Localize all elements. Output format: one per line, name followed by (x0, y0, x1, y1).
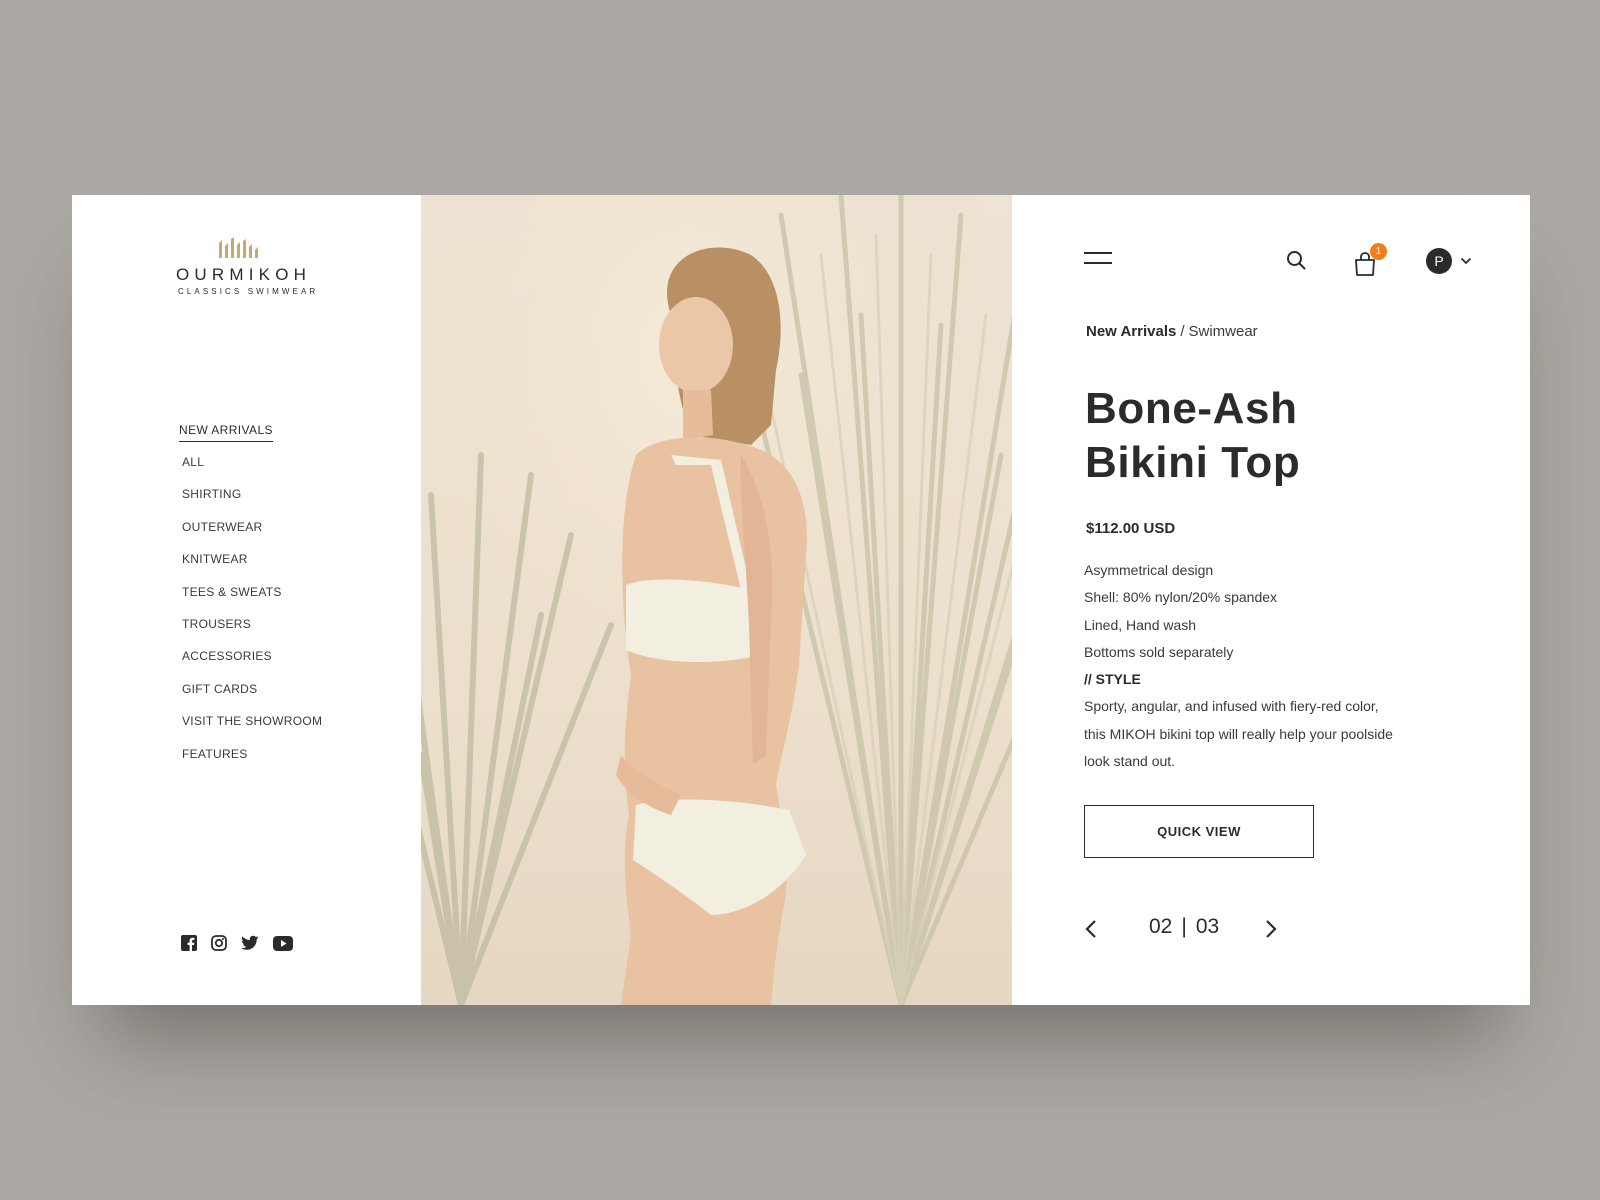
avatar: P (1426, 248, 1452, 274)
quick-view-button[interactable]: QUICK VIEW (1084, 805, 1314, 858)
product-card: OURMIKOH CLASSICS SWIMWEAR NEW ARRIVALS … (72, 195, 1530, 1005)
nav-item-accessories[interactable]: ACCESSORIES (182, 649, 322, 681)
nav-item-gift-cards[interactable]: GIFT CARDS (182, 682, 322, 714)
brand-tagline: CLASSICS SWIMWEAR (178, 287, 319, 296)
instagram-icon[interactable] (211, 935, 227, 951)
product-pager: 02 | 03 (1084, 915, 1284, 945)
nav-item-outerwear[interactable]: OUTERWEAR (182, 520, 322, 552)
product-description: Asymmetrical design Shell: 80% nylon/20%… (1084, 557, 1394, 775)
breadcrumb-current: Swimwear (1188, 323, 1258, 340)
model-photo (421, 195, 1012, 1005)
nav-item-trousers[interactable]: TROUSERS (182, 617, 322, 649)
style-text: Sporty, angular, and infused with fiery-… (1084, 698, 1393, 770)
twitter-icon[interactable] (241, 935, 259, 951)
search-icon[interactable] (1286, 250, 1306, 275)
detail-line: Shell: 80% nylon/20% spandex (1084, 589, 1278, 606)
pager-separator: | (1181, 915, 1187, 938)
breadcrumb-separator: / (1180, 323, 1185, 340)
detail-line: Bottoms sold separately (1084, 643, 1234, 660)
nav-item-knitwear[interactable]: KNITWEAR (182, 552, 322, 584)
pager-total: 03 (1195, 915, 1220, 938)
nav-item-features[interactable]: FEATURES (182, 747, 322, 779)
nav-heading-new-arrivals[interactable]: NEW ARRIVALS (179, 423, 273, 442)
product-price: $112.00 USD (1086, 520, 1176, 537)
pager-counter: 02 | 03 (1149, 915, 1219, 939)
cart-count-badge: 1 (1370, 243, 1387, 260)
detail-line: Asymmetrical design (1084, 562, 1214, 578)
chevron-left-icon[interactable] (1084, 919, 1098, 944)
hamburger-menu-icon[interactable] (1084, 250, 1112, 271)
nav-item-shirting[interactable]: SHIRTING (182, 487, 322, 519)
cart-button[interactable]: 1 (1354, 243, 1387, 277)
nav-item-visit-showroom[interactable]: VISIT THE SHOWROOM (182, 714, 322, 746)
breadcrumb: New Arrivals / Swimwear (1086, 323, 1258, 340)
social-links (181, 935, 293, 951)
product-hero-image (421, 195, 1012, 1005)
account-menu[interactable]: P (1426, 248, 1472, 274)
product-title: Bone-Ash Bikini Top (1085, 382, 1465, 490)
breadcrumb-parent[interactable]: New Arrivals (1086, 323, 1176, 340)
product-title-line-1: Bone-Ash (1085, 384, 1298, 433)
youtube-icon[interactable] (273, 935, 293, 951)
pager-current: 02 (1149, 915, 1173, 938)
brand-logo-mark (219, 237, 258, 258)
facebook-icon[interactable] (181, 935, 197, 951)
nav-item-all[interactable]: ALL (182, 455, 322, 487)
style-heading: // STYLE (1084, 671, 1141, 688)
detail-line: Lined, Hand wash (1084, 616, 1197, 633)
brand-name: OURMIKOH (176, 265, 312, 284)
nav-item-tees-sweats[interactable]: TEES & SWEATS (182, 585, 322, 617)
product-title-line-2: Bikini Top (1085, 438, 1301, 487)
category-nav: ALL SHIRTING OUTERWEAR KNITWEAR TEES & S… (182, 455, 322, 779)
chevron-down-icon (1460, 257, 1472, 265)
chevron-right-icon[interactable] (1264, 919, 1278, 944)
